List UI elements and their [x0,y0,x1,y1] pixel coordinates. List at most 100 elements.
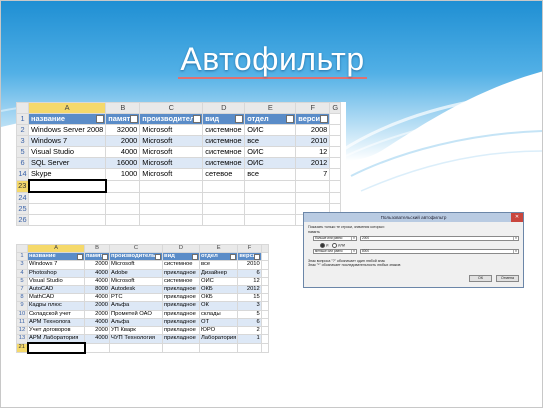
empty-cell[interactable] [84,342,110,354]
row-header[interactable]: 12 [16,326,28,336]
table-cell[interactable]: Альфа [109,317,163,328]
condition1-operator-select[interactable]: больше или равно ▾ [313,236,357,241]
table-cell[interactable]: 4000 [84,268,110,278]
column-header-b[interactable]: B [105,102,141,114]
logic-and-radio[interactable]: И [320,243,328,248]
table-cell[interactable]: Windows Server 2008 [27,124,107,136]
table-cell[interactable]: АРМ Технолога [27,317,85,328]
empty-cell[interactable] [202,179,246,193]
table-cell[interactable]: 4000 [84,317,110,328]
column-header-f[interactable]: F [237,243,262,254]
condition2-operator-select[interactable]: меньше или равно ▾ [313,249,357,254]
empty-cell[interactable] [260,268,269,278]
empty-cell[interactable] [237,342,262,354]
table-cell[interactable]: 12 [295,146,331,158]
empty-cell[interactable] [139,179,204,193]
table-cell[interactable]: Microsoft [139,124,204,136]
table-cell[interactable]: Кадры плюс [27,301,85,311]
empty-cell[interactable] [27,214,107,226]
table-cell[interactable]: прикладное [162,317,200,328]
table-cell[interactable]: прикладное [162,309,200,319]
filter-dropdown-icon[interactable] [235,115,244,123]
table-cell[interactable]: MathCAD [27,293,85,303]
row-header[interactable]: 11 [16,317,28,328]
filter-dropdown-icon[interactable] [130,115,139,123]
row-header[interactable]: 13 [16,334,28,344]
table-cell[interactable]: 4000 [84,334,110,344]
row-header[interactable]: 3 [16,260,28,270]
table-cell[interactable]: ОК [198,301,239,311]
empty-cell[interactable] [244,214,297,226]
column-header-a[interactable]: A [27,102,107,114]
table-cell[interactable]: 8000 [84,285,110,295]
table-cell[interactable]: Windows 7 [27,260,85,270]
table-cell[interactable]: Альфа [109,301,163,311]
table-cell[interactable]: Учет договоров [27,326,85,336]
table-cell[interactable]: сетевое [202,168,246,181]
column-header-c[interactable]: C [139,102,204,114]
column-header-e[interactable]: E [198,243,239,254]
select-all-corner[interactable] [16,243,28,254]
table-cell[interactable]: Photoshop [27,268,85,278]
empty-cell[interactable] [105,191,141,204]
empty-cell[interactable] [139,203,204,215]
empty-cell[interactable] [109,342,163,354]
spreadsheet-filtered-bottom[interactable]: A B C D E F 1 название память производит… [16,243,284,354]
column-header-b[interactable]: B [84,243,110,254]
table-cell[interactable]: 2000 [84,260,110,270]
table-cell[interactable]: 2010 [237,260,262,270]
empty-cell[interactable] [27,203,107,215]
table-cell[interactable]: 4000 [84,276,110,287]
table-cell[interactable]: 2012 [237,285,262,295]
table-cell[interactable]: Microsoft [139,168,204,181]
empty-cell[interactable] [27,191,107,204]
row-header[interactable]: 8 [16,293,28,303]
condition1-value-input[interactable]: 2000 ▾ [360,236,519,241]
empty-cell[interactable] [260,260,269,270]
row-header[interactable]: 14 [16,168,29,181]
table-cell[interactable]: ОИС [244,124,297,136]
table-cell[interactable]: Microsoft [109,260,163,270]
empty-cell[interactable] [260,301,269,311]
logic-or-radio[interactable]: ИЛИ [332,243,345,248]
empty-cell[interactable] [295,179,331,193]
empty-cell[interactable] [260,334,269,344]
empty-cell[interactable] [329,135,342,147]
table-cell[interactable]: 5 [237,309,262,319]
table-cell[interactable]: 12 [237,276,262,287]
table-cell[interactable]: 4000 [84,293,110,303]
empty-cell[interactable] [105,203,141,215]
table-cell[interactable]: ЧУП Технология [109,334,163,344]
empty-cell[interactable] [198,342,239,354]
cancel-button[interactable]: Отмена [496,275,519,282]
table-cell[interactable]: 15 [237,293,262,303]
table-cell[interactable]: PTC [109,293,163,303]
empty-cell[interactable] [139,191,204,204]
column-header-c[interactable]: C [109,243,163,254]
table-cell[interactable]: ОИС [244,157,297,169]
table-cell[interactable]: ОКБ [198,293,239,303]
table-cell[interactable]: склады [198,309,239,319]
table-cell[interactable]: прикладное [162,293,200,303]
empty-cell[interactable] [329,146,342,158]
row-header[interactable]: 5 [16,276,28,287]
column-header-d[interactable]: D [202,102,246,114]
row-header[interactable]: 26 [16,214,29,226]
row-header[interactable]: 23 [16,179,29,193]
table-cell[interactable]: ЮРО [198,326,239,336]
table-cell[interactable]: АРМ Лаборатория [27,334,85,344]
row-header[interactable]: 4 [16,268,28,278]
row-header[interactable]: 7 [16,285,28,295]
filter-dropdown-icon[interactable] [320,115,329,123]
filter-dropdown-icon[interactable] [253,254,260,260]
row-header[interactable]: 1 [16,113,29,125]
filter-dropdown-icon[interactable] [286,115,295,123]
table-cell[interactable]: 6 [237,317,262,328]
table-cell[interactable]: 6 [237,268,262,278]
table-cell[interactable]: ОИС [244,146,297,158]
empty-cell[interactable] [105,179,141,193]
row-header[interactable]: 10 [16,309,28,319]
table-cell[interactable]: 16000 [105,157,141,169]
table-cell[interactable]: прикладное [162,334,200,344]
active-cell[interactable] [26,342,86,354]
